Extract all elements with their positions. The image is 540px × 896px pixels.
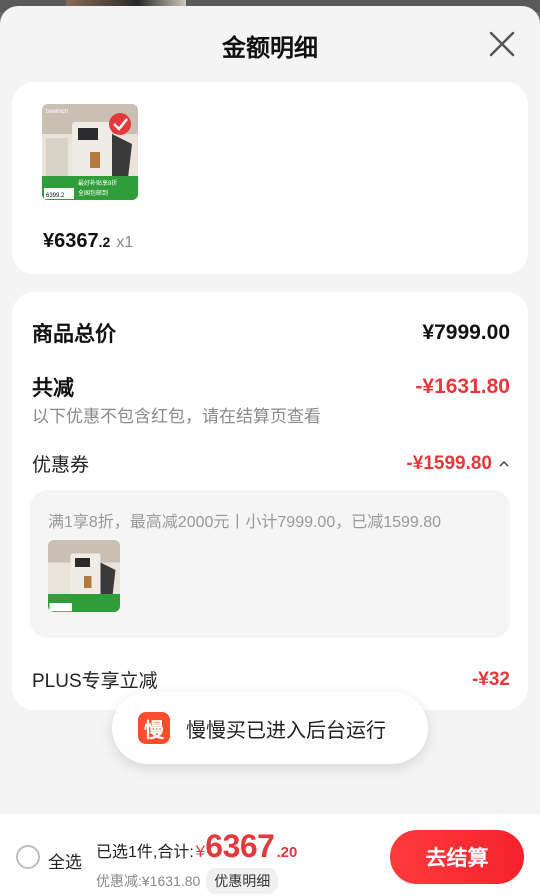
product-price-dec: .2 (98, 234, 111, 250)
price-breakdown-card: 商品总价 ¥7999.00 共减 -¥1631.80 以下优惠不包含红包，请在结… (12, 292, 528, 710)
coupon-desc: 满1享8折，最高减2000元丨小计7999.00，已减1599.80 (48, 514, 442, 531)
thumb-price: 6399.2 (46, 193, 65, 199)
product-price-row: ¥6367.2 x1 (43, 230, 133, 253)
select-all-label[interactable]: 全选 (48, 848, 82, 873)
product-price-int: ¥6367 (43, 230, 99, 252)
sheet-header: 金额明细 (0, 6, 540, 82)
product-qty: x1 (116, 234, 134, 251)
coupon-value-wrap: -¥1599.80 (406, 453, 510, 475)
coupon-detail-box: 满1享8折，最高减2000元丨小计7999.00，已减1599.80 (30, 490, 510, 638)
plus-label: PLUS专享立减 (32, 671, 158, 692)
summary-total-dec: .20 (276, 844, 298, 861)
reduce-value: -¥1631.80 (415, 375, 510, 398)
total-label: 商品总价 (32, 323, 116, 346)
thumb-brand: bewinch (46, 109, 68, 115)
plus-row: PLUS专享立减 -¥32 (32, 666, 510, 693)
thumb-badge-bottom: 全国包邮到 (78, 189, 108, 197)
plus-value: -¥32 (471, 668, 510, 690)
total-summary: 已选1件,合计: ¥ 6367 .20 (96, 828, 297, 865)
total-row: 商品总价 ¥7999.00 (32, 318, 510, 348)
discount-detail-button[interactable]: 优惠明细 (206, 868, 279, 894)
discount-text: 优惠减:¥1631.80 (96, 873, 201, 889)
coupon-product-image (48, 540, 120, 612)
summary-currency: ¥ (195, 842, 206, 861)
discount-line: 优惠减:¥1631.80 优惠明细 (96, 868, 279, 894)
coupon-label: 优惠券 (32, 455, 90, 476)
summary-prefix: 已选1件,合计: (96, 844, 194, 861)
close-icon[interactable] (488, 30, 516, 58)
chevron-up-icon[interactable] (498, 458, 510, 470)
coupon-row[interactable]: 优惠券 -¥1599.80 (32, 450, 510, 477)
summary-total-int: 6367 (205, 828, 275, 864)
toast-text: 慢慢买已进入后台运行 (186, 719, 386, 742)
product-image[interactable]: bewinch 最好补贴享8折 全国包邮到 6399.2 (42, 104, 138, 200)
amount-detail-sheet: 金额明细 bewinch 最好补贴享8折 全国包邮到 6399.2 ¥6367 … (0, 6, 540, 896)
checkout-button[interactable]: 去结算 (390, 830, 524, 884)
background-running-toast: 慢 慢慢买已进入后台运行 (112, 692, 428, 764)
coupon-value: -¥1599.80 (406, 452, 492, 474)
checkout-bar: 全选 已选1件,合计: ¥ 6367 .20 优惠减:¥1631.80 优惠明细… (0, 814, 540, 896)
reduce-note: 以下优惠不包含红包，请在结算页查看 (32, 407, 321, 426)
thumb-badge-top: 最好补贴享8折 (78, 179, 117, 187)
product-card: bewinch 最好补贴享8折 全国包邮到 6399.2 ¥6367.2 x1 (12, 82, 528, 274)
total-value: ¥7999.00 (422, 321, 510, 344)
select-all-radio[interactable] (16, 845, 40, 869)
reduce-row: 共减 -¥1631.80 (32, 372, 510, 402)
reduce-label: 共减 (32, 377, 74, 400)
app-logo-icon: 慢 (138, 712, 170, 744)
sheet-title: 金额明细 (222, 35, 318, 62)
